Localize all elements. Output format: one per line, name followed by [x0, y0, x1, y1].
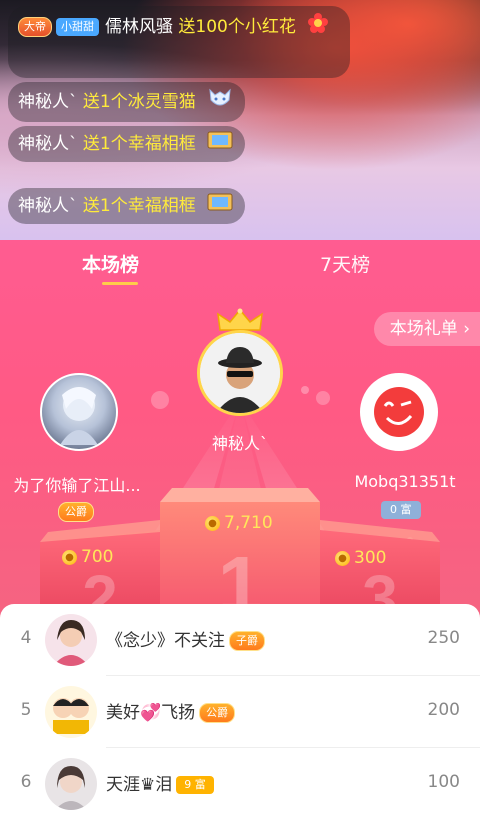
tab-underline: [102, 282, 138, 285]
tab-current-session[interactable]: 本场榜: [82, 250, 139, 277]
avatar-rank-2[interactable]: [40, 373, 118, 451]
podium-name-2: 为了你输了江山...: [13, 476, 141, 495]
chat-message-top: 大帝 小甜甜 儒林风骚 送100个小红花: [8, 6, 350, 78]
list-username: 《念少》不关注 子爵: [106, 626, 265, 651]
list-value: 200: [427, 700, 460, 720]
noble-badge: 公爵: [199, 703, 236, 723]
chat-gift-text: 送100个小红花: [178, 17, 296, 37]
chat-message: 神秘人` 送1个幸福相框: [8, 188, 246, 224]
red-flower-icon: [307, 12, 329, 42]
chat-gift-text: 送1个幸福相框: [82, 134, 196, 154]
list-item[interactable]: 6 天涯♛泪 9 富 100: [0, 748, 480, 815]
chat-username: 神秘人`: [18, 92, 78, 112]
podium-score-2: ● 700: [62, 547, 113, 567]
ranking-list: 4 《念少》不关注 子爵 250 5 美好💞飞扬 公爵 200 6 天涯♛泪 9…: [0, 604, 480, 815]
list-username: 美好💞飞扬 公爵: [106, 698, 236, 723]
coin-icon: ●: [62, 549, 77, 565]
fan-badge: 小甜甜: [56, 18, 99, 36]
chat-username: 神秘人`: [18, 134, 78, 154]
podium-name-3: Mobq31351t: [354, 472, 456, 491]
list-username-text: 美好💞飞扬: [106, 703, 196, 723]
coin-icon: ●: [205, 515, 220, 531]
list-username-text: 《念少》不关注: [106, 631, 225, 651]
photo-frame-icon: [207, 130, 233, 158]
chat-gift-text: 送1个幸福相框: [82, 196, 196, 216]
podium-name-1: 神秘人`: [211, 434, 268, 453]
list-item[interactable]: 5 美好💞飞扬 公爵 200: [0, 676, 480, 748]
chat-username: 儒林风骚: [105, 17, 173, 37]
podium-score-3: ● 300: [335, 548, 386, 568]
noble-badge: 公爵: [58, 502, 94, 522]
chat-username: 神秘人`: [18, 196, 78, 216]
list-value: 100: [427, 772, 460, 792]
list-rank: 4: [20, 628, 32, 648]
list-username-text: 天涯♛泪: [106, 775, 173, 795]
noble-badge: 子爵: [229, 631, 265, 651]
list-rank: 6: [20, 772, 32, 792]
photo-frame-icon: [207, 192, 233, 220]
podium-score-3-value: 300: [354, 548, 387, 568]
avatar[interactable]: [45, 686, 97, 738]
gift-list-button[interactable]: 本场礼单 ›: [373, 312, 480, 346]
chat-message: 神秘人` 送1个冰灵雪猫: [8, 82, 246, 122]
live-stream-view: 大帝 小甜甜 儒林风骚 送100个小红花 神秘人` 送1个冰灵雪猫 神秘人` 送1个…: [0, 0, 480, 240]
podium-score-1: ● 7,710: [205, 513, 273, 533]
wealth-badge: 9 富: [176, 776, 214, 794]
avatar[interactable]: [45, 758, 97, 810]
avatar-rank-3[interactable]: [360, 373, 438, 451]
ice-cat-icon: [207, 86, 233, 118]
ranking-tabs: 本场榜 7天榜: [0, 240, 480, 290]
podium-score-1-value: 7,710: [224, 513, 273, 533]
level-badge: 大帝: [18, 17, 52, 37]
list-item[interactable]: 4 《念少》不关注 子爵 250: [0, 604, 480, 676]
list-rank: 5: [20, 700, 32, 720]
list-username: 天涯♛泪 9 富: [106, 770, 214, 795]
avatar[interactable]: [45, 614, 97, 666]
list-value: 250: [427, 628, 460, 648]
avatar-rank-1[interactable]: [197, 330, 283, 416]
coin-icon: ●: [335, 550, 350, 566]
ranking-panel: 1 2 3 本场榜 7天榜 本场礼单 › 为了你输了江山... 神秘人` Mob…: [0, 240, 480, 620]
chat-gift-text: 送1个冰灵雪猫: [82, 92, 196, 112]
chat-message: 神秘人` 送1个幸福相框: [8, 126, 246, 162]
podium-score-2-value: 700: [81, 547, 114, 567]
wealth-badge: 0 富: [381, 501, 421, 519]
tab-7-days[interactable]: 7天榜: [320, 250, 370, 277]
